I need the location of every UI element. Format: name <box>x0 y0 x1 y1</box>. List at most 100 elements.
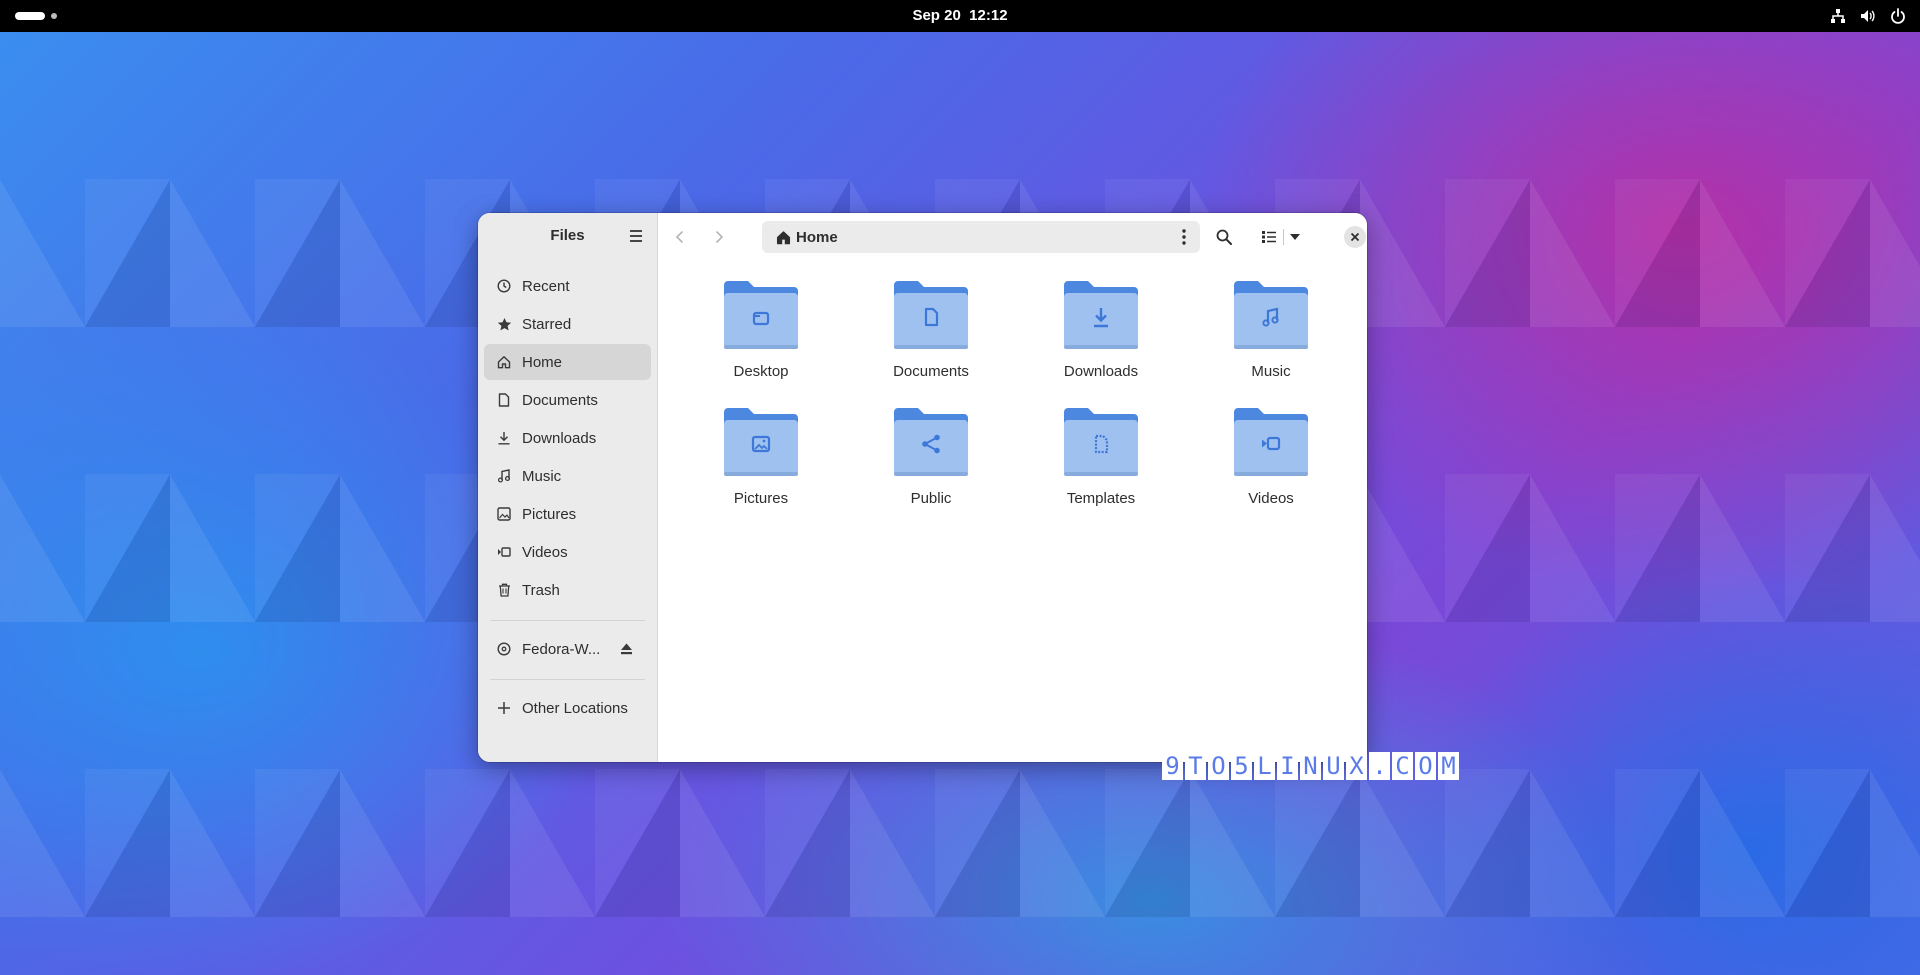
folder-icon <box>1234 408 1308 476</box>
close-button[interactable] <box>1344 226 1366 248</box>
folder-item-desktop[interactable]: Desktop <box>676 273 846 380</box>
watermark-letter: 5 <box>1231 752 1252 780</box>
sidebar-item-label: Trash <box>522 581 560 599</box>
watermark-letter: N <box>1300 752 1321 780</box>
list-view-icon[interactable] <box>1255 223 1283 251</box>
folder-icon <box>894 408 968 476</box>
watermark-letter: O <box>1208 752 1229 780</box>
folder-label: Templates <box>1066 490 1136 507</box>
folder-item-downloads[interactable]: Downloads <box>1016 273 1186 380</box>
path-bar[interactable]: Home <box>762 221 1200 253</box>
sidebar-item-pictures[interactable]: Pictures <box>484 496 651 532</box>
folder-item-videos[interactable]: Videos <box>1186 400 1356 507</box>
sidebar-item-home[interactable]: Home <box>484 344 651 380</box>
document-icon <box>496 392 512 408</box>
watermark-logo: 9TO5LINUX.COM <box>1162 752 1459 780</box>
sidebar-item-label: Documents <box>522 391 598 409</box>
folder-label: Music <box>1251 363 1291 380</box>
watermark-letter: . <box>1369 752 1390 780</box>
watermark-letter: C <box>1392 752 1413 780</box>
sidebar-item-other-locations[interactable]: Other Locations <box>484 690 651 726</box>
folder-label: Desktop <box>733 363 789 380</box>
folder-label: Documents <box>893 363 969 380</box>
sidebar-item-label: Pictures <box>522 505 577 523</box>
sidebar-item-documents[interactable]: Documents <box>484 382 651 418</box>
clock-date: Sep 20 <box>912 7 961 24</box>
back-button[interactable] <box>668 225 692 249</box>
main-menu-button[interactable] <box>623 223 649 249</box>
trash-icon <box>496 582 512 598</box>
hamburger-icon <box>630 230 642 242</box>
folder-icon <box>724 281 798 349</box>
chevron-left-icon <box>675 230 684 244</box>
home-icon <box>775 229 791 245</box>
sidebar-item-label: Fedora-W... <box>522 640 601 658</box>
path-location-label: Home <box>796 229 838 246</box>
folder-icon <box>1234 281 1308 349</box>
volume-icon <box>1858 6 1878 26</box>
watermark-letter: O <box>1415 752 1436 780</box>
clock-time: 12:12 <box>969 7 1008 24</box>
folder-icon <box>1064 408 1138 476</box>
sidebar-item-fedora-drive[interactable]: Fedora-W... <box>484 631 651 667</box>
sidebar-item-label: Recent <box>522 277 570 295</box>
folder-grid: Desktop Documents Downloads Music Pictures Pu… <box>676 273 1356 507</box>
search-button[interactable] <box>1210 223 1238 251</box>
folder-label: Videos <box>1248 490 1294 507</box>
sidebar-item-recent[interactable]: Recent <box>484 268 651 304</box>
forward-button[interactable] <box>707 225 731 249</box>
plus-icon <box>496 700 512 716</box>
sidebar-item-trash[interactable]: Trash <box>484 572 651 608</box>
folder-item-pictures[interactable]: Pictures <box>676 400 846 507</box>
search-icon <box>1216 229 1232 245</box>
sidebar-item-label: Home <box>522 353 563 371</box>
main-pane: Home Desktop Documents Downloads Music Pictu… <box>658 213 1367 762</box>
files-window: Files Recent Starred Home Documents Down… <box>478 213 1367 762</box>
places-list: Recent Starred Home Documents Downloads … <box>484 268 651 728</box>
sidebar-header: Files <box>478 213 657 259</box>
folder-icon <box>1064 281 1138 349</box>
watermark-letter: L <box>1254 752 1275 780</box>
folder-item-music[interactable]: Music <box>1186 273 1356 380</box>
sidebar-item-downloads[interactable]: Downloads <box>484 420 651 456</box>
sidebar-item-label: Starred <box>522 315 572 333</box>
folder-label: Pictures <box>733 490 789 507</box>
sidebar-item-label: Videos <box>522 543 568 561</box>
clock-icon <box>496 278 512 294</box>
chevron-right-icon <box>715 230 724 244</box>
folder-label: Public <box>910 490 952 507</box>
watermark-letter: 9 <box>1162 752 1183 780</box>
disc-icon <box>496 641 512 657</box>
folder-item-documents[interactable]: Documents <box>846 273 1016 380</box>
network-icon <box>1828 6 1848 26</box>
view-options-button[interactable] <box>1255 223 1309 251</box>
sidebar-item-label: Downloads <box>522 429 597 447</box>
watermark-letter: M <box>1438 752 1459 780</box>
power-icon <box>1888 6 1908 26</box>
folder-item-templates[interactable]: Templates <box>1016 400 1186 507</box>
close-icon <box>1350 232 1360 242</box>
video-icon <box>496 544 512 560</box>
sidebar-item-starred[interactable]: Starred <box>484 306 651 342</box>
sidebar-item-videos[interactable]: Videos <box>484 534 651 570</box>
top-bar: Sep 20 12:12 <box>0 0 1920 32</box>
system-tray[interactable] <box>1828 6 1908 26</box>
folder-item-public[interactable]: Public <box>846 400 1016 507</box>
watermark-letter: U <box>1323 752 1344 780</box>
more-vertical-icon[interactable] <box>1178 228 1190 246</box>
clock[interactable]: Sep 20 12:12 <box>0 0 1920 32</box>
eject-icon[interactable] <box>619 642 633 656</box>
folder-icon <box>724 408 798 476</box>
sidebar-item-label: Other Locations <box>522 699 628 717</box>
watermark-letter: T <box>1185 752 1206 780</box>
folder-label: Downloads <box>1063 363 1139 380</box>
chevron-down-icon[interactable] <box>1284 223 1306 251</box>
watermark-letter: X <box>1346 752 1367 780</box>
sidebar-separator <box>490 679 645 680</box>
sidebar-item-music[interactable]: Music <box>484 458 651 494</box>
sidebar-separator <box>490 620 645 621</box>
watermark-letter: I <box>1277 752 1298 780</box>
sidebar-item-label: Music <box>522 467 562 485</box>
folder-icon <box>894 281 968 349</box>
star-icon <box>496 316 512 332</box>
